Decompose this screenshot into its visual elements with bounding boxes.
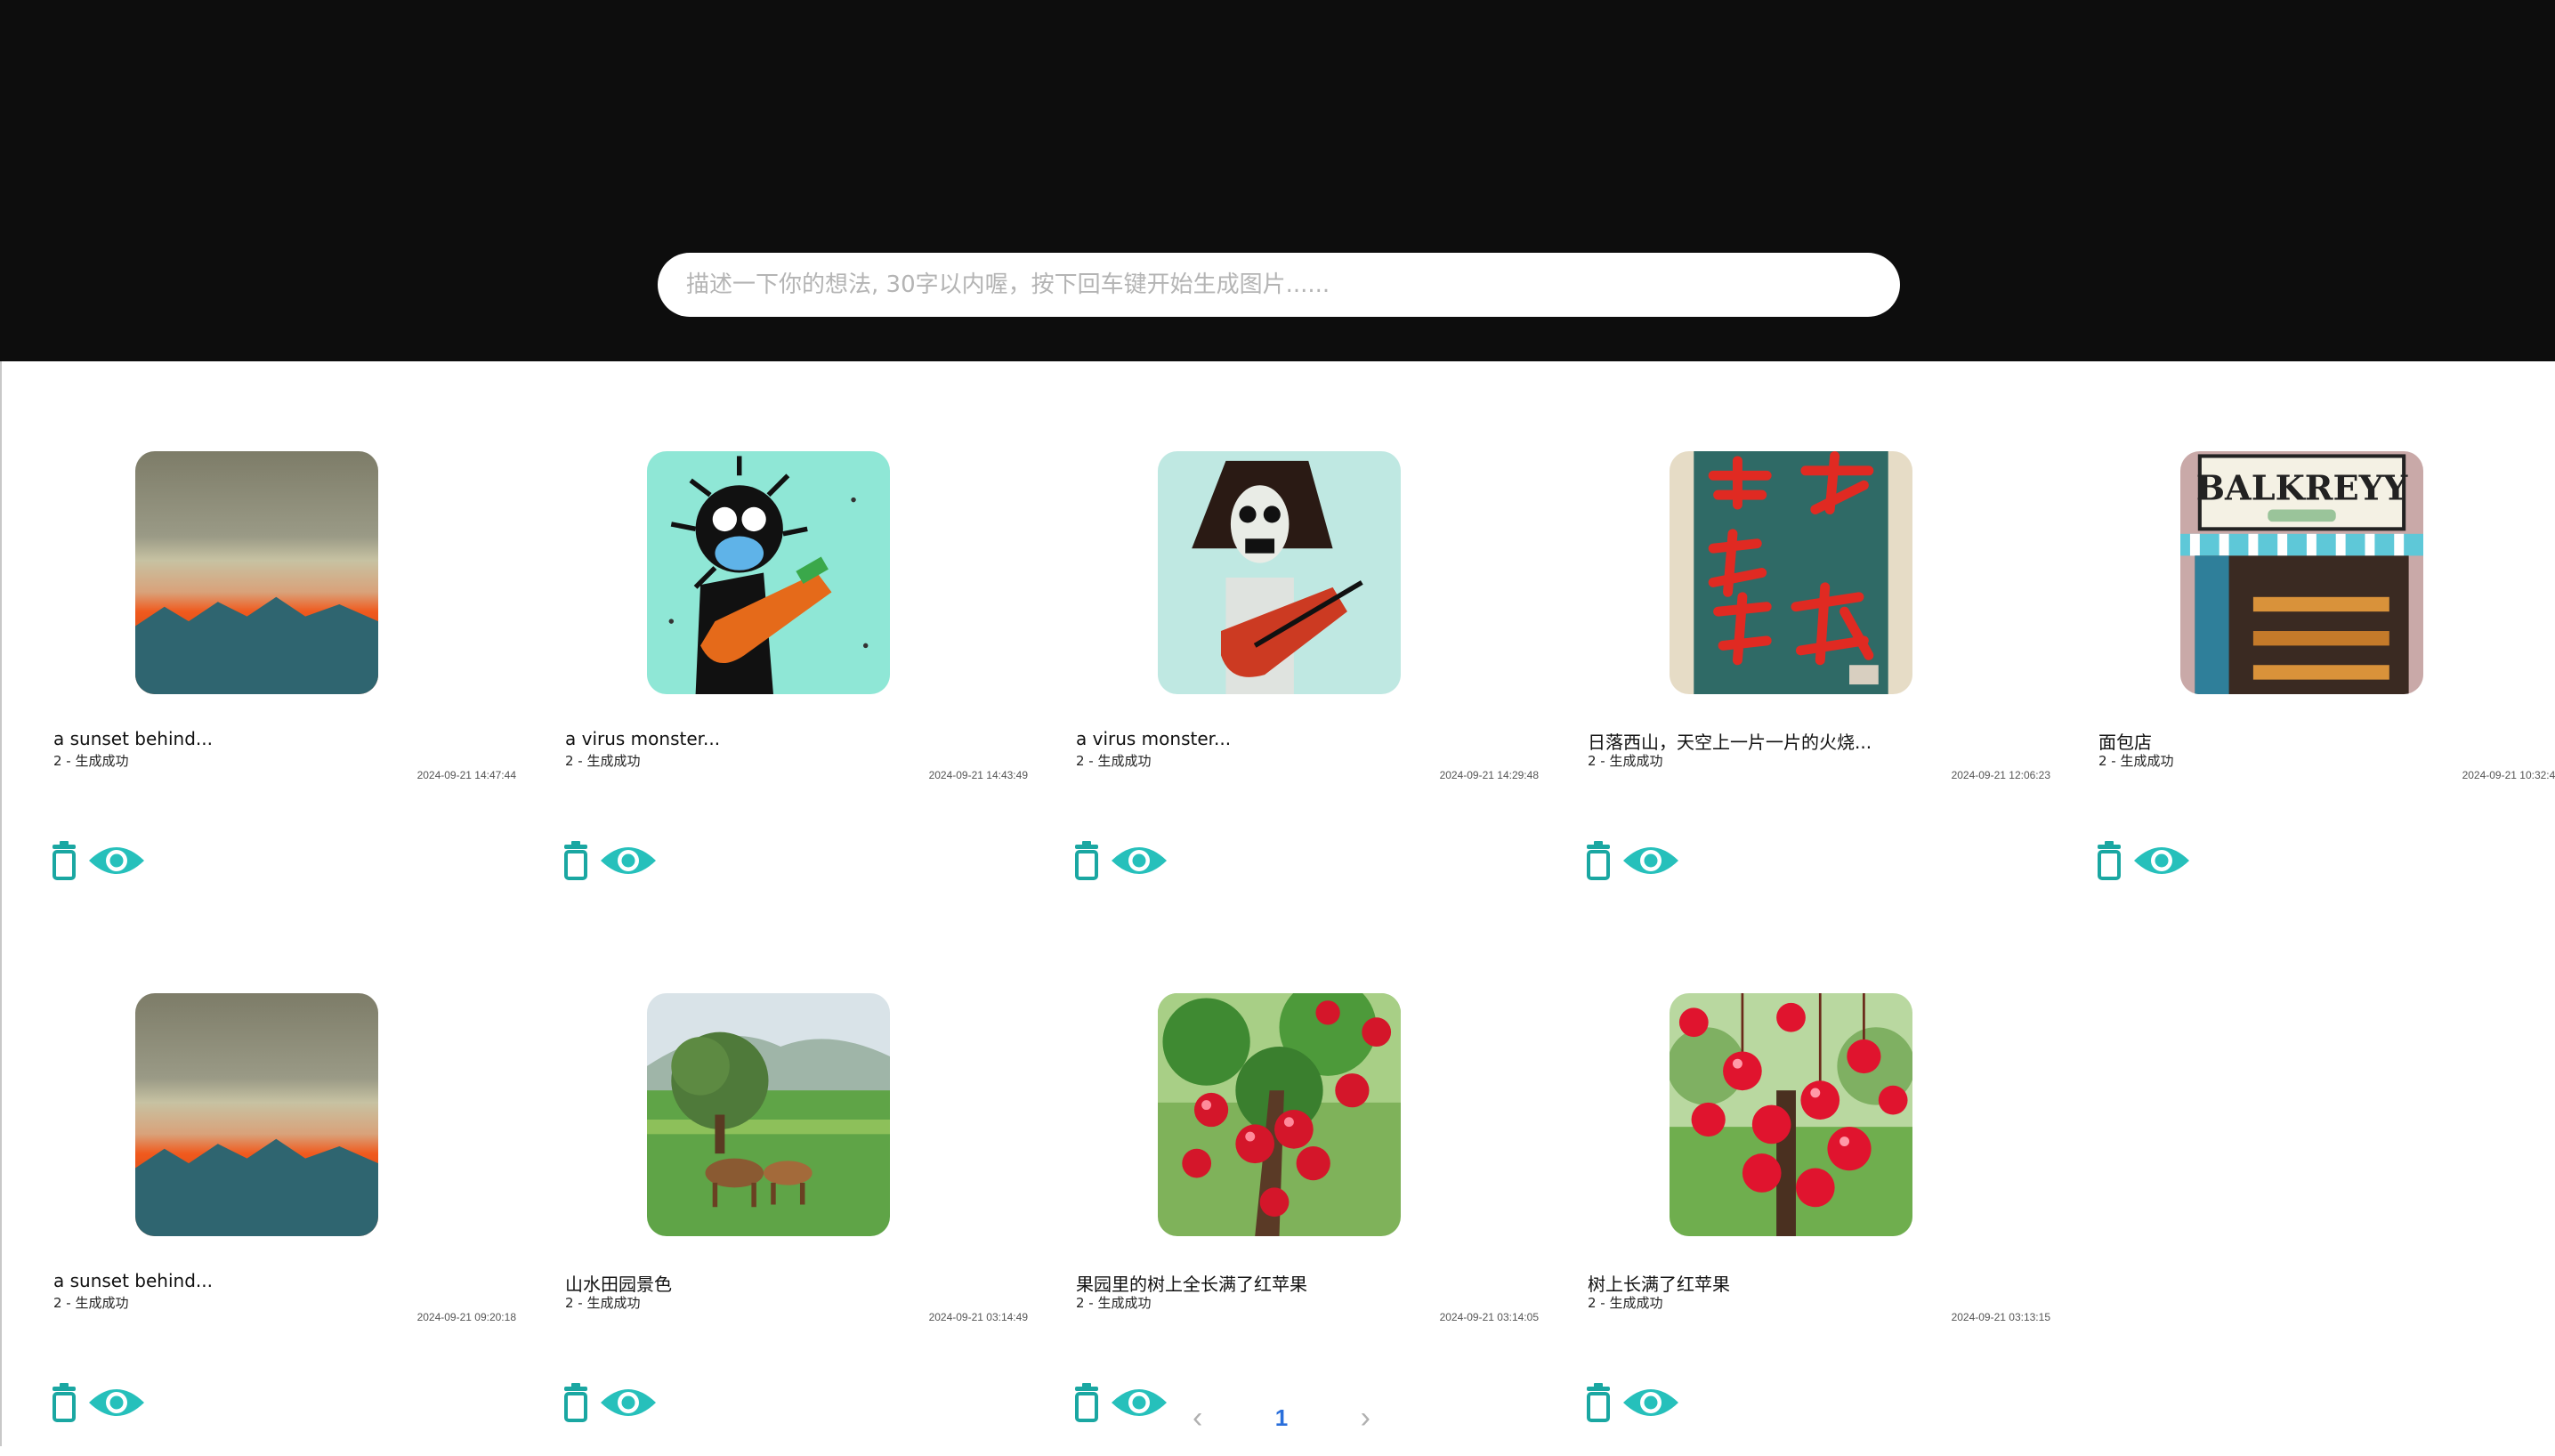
image-thumbnail[interactable] (135, 451, 378, 694)
card-date: 2024-09-21 12:06:23 (1951, 769, 2050, 781)
card-actions (558, 834, 658, 887)
image-thumbnail[interactable] (1670, 993, 1912, 1236)
card-date: 2024-09-21 03:14:49 (928, 1311, 1028, 1323)
view-eye-icon[interactable] (87, 838, 146, 883)
red-characters-sign-image (1670, 451, 1912, 694)
card-title: a sunset behind... (53, 1270, 213, 1291)
image-thumbnail[interactable] (1158, 451, 1401, 694)
card-title: 果园里的树上全长满了红苹果 (1076, 1274, 1307, 1295)
prompt-search-bar[interactable] (658, 253, 1900, 317)
trash-icon[interactable] (2091, 840, 2127, 881)
image-card: 山水田园景色 2 - 生成成功 2024-09-21 03:14:49 (564, 993, 1028, 1456)
card-status: 2 - 生成成功 (565, 753, 641, 769)
page-number-button[interactable]: 1 (1275, 1404, 1288, 1432)
image-thumbnail[interactable]: BALKREYY (2180, 451, 2423, 694)
trash-icon[interactable] (558, 840, 594, 881)
card-actions (1581, 1376, 1680, 1429)
left-border (0, 361, 2, 1446)
card-status: 2 - 生成成功 (53, 753, 129, 769)
view-eye-icon[interactable] (1621, 1380, 1680, 1425)
card-date: 2024-09-21 14:43:49 (928, 769, 1028, 781)
image-card: a sunset behind... 2 - 生成成功 2024-09-21 1… (53, 451, 516, 914)
card-title: a virus monster... (565, 728, 721, 749)
image-card: a sunset behind... 2 - 生成成功 2024-09-21 0… (53, 993, 516, 1456)
sunset-image (135, 993, 378, 1236)
image-thumbnail[interactable] (647, 993, 890, 1236)
apple-orchard-image (1158, 993, 1401, 1236)
view-eye-icon[interactable] (87, 1380, 146, 1425)
card-status: 2 - 生成成功 (565, 1295, 641, 1311)
view-eye-icon[interactable] (599, 838, 658, 883)
card-actions (1069, 1376, 1168, 1429)
next-page-button[interactable]: › (1361, 1401, 1370, 1436)
trash-icon[interactable] (46, 840, 82, 881)
image-card: a virus monster... 2 - 生成成功 2024-09-21 1… (1075, 451, 1539, 914)
view-eye-icon[interactable] (599, 1380, 658, 1425)
skeleton-guitarist-image (1158, 451, 1401, 694)
card-status: 2 - 生成成功 (53, 1295, 129, 1311)
image-thumbnail[interactable] (135, 993, 378, 1236)
card-date: 2024-09-21 14:29:48 (1439, 769, 1539, 781)
sunset-image (135, 451, 378, 694)
card-actions (2091, 834, 2191, 887)
trash-icon[interactable] (558, 1382, 594, 1423)
card-date: 2024-09-21 09:20:18 (416, 1311, 516, 1323)
image-card: 日落西山，天空上一片一片的火烧... 2 - 生成成功 2024-09-21 1… (1587, 451, 2050, 914)
card-actions (1581, 834, 1680, 887)
card-status: 2 - 生成成功 (2098, 753, 2174, 769)
image-thumbnail[interactable] (1670, 451, 1912, 694)
card-actions (1069, 834, 1168, 887)
pastoral-landscape-image (647, 993, 890, 1236)
image-card: 树上长满了红苹果 2 - 生成成功 2024-09-21 03:13:15 (1587, 993, 2050, 1456)
card-title: a virus monster... (1076, 728, 1232, 749)
view-eye-icon[interactable] (1110, 1380, 1168, 1425)
card-status: 2 - 生成成功 (1076, 1295, 1152, 1311)
image-card: 果园里的树上全长满了红苹果 2 - 生成成功 2024-09-21 03:14:… (1075, 993, 1539, 1456)
header-banner (0, 0, 2555, 361)
card-status: 2 - 生成成功 (1588, 1295, 1663, 1311)
view-eye-icon[interactable] (2132, 838, 2191, 883)
card-title: 面包店 (2098, 732, 2152, 753)
card-actions (46, 1376, 146, 1429)
prev-page-button[interactable]: ‹ (1193, 1401, 1202, 1436)
card-title: 山水田园景色 (565, 1274, 672, 1295)
trash-icon[interactable] (46, 1382, 82, 1423)
bakery-image: BALKREYY (2180, 451, 2423, 694)
card-status: 2 - 生成成功 (1588, 753, 1663, 769)
image-thumbnail[interactable] (647, 451, 890, 694)
virus-monster-image (647, 451, 890, 694)
card-date: 2024-09-21 10:32:42 (2462, 769, 2555, 781)
image-card: a virus monster... 2 - 生成成功 2024-09-21 1… (564, 451, 1028, 914)
card-date: 2024-09-21 03:14:05 (1439, 1311, 1539, 1323)
card-actions (558, 1376, 658, 1429)
image-card: BALKREYY 面包店 2 - 生成成功 2024-09-21 10:32:4… (2098, 451, 2555, 914)
trash-icon[interactable] (1069, 840, 1104, 881)
card-date: 2024-09-21 14:47:44 (416, 769, 516, 781)
view-eye-icon[interactable] (1621, 838, 1680, 883)
pagination: ‹ 1 › (1193, 1397, 1370, 1438)
trash-icon[interactable] (1581, 840, 1616, 881)
card-title: a sunset behind... (53, 728, 213, 749)
card-actions (46, 834, 146, 887)
card-date: 2024-09-21 03:13:15 (1951, 1311, 2050, 1323)
apple-tree-image (1670, 993, 1912, 1236)
card-status: 2 - 生成成功 (1076, 753, 1152, 769)
view-eye-icon[interactable] (1110, 838, 1168, 883)
trash-icon[interactable] (1581, 1382, 1616, 1423)
bakery-sign-text: BALKREYY (2196, 469, 2408, 509)
prompt-input[interactable] (684, 271, 1873, 299)
image-thumbnail[interactable] (1158, 993, 1401, 1236)
card-title: 日落西山，天空上一片一片的火烧... (1588, 732, 1872, 753)
trash-icon[interactable] (1069, 1382, 1104, 1423)
card-title: 树上长满了红苹果 (1588, 1274, 1730, 1295)
